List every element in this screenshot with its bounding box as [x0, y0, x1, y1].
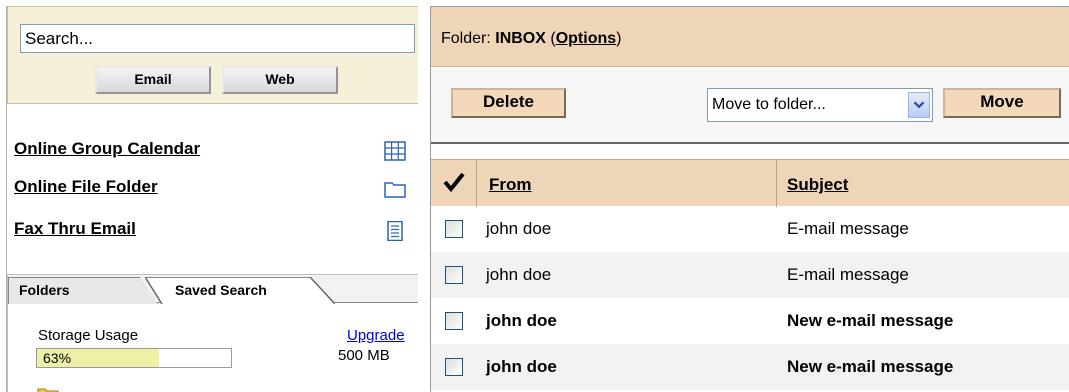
- tool-online-file-folder: Online File Folder: [14, 177, 406, 207]
- storage-progress-bar: 63%: [36, 348, 232, 368]
- row-from[interactable]: john doe: [486, 219, 551, 239]
- folder-icon[interactable]: [384, 179, 406, 199]
- online-file-folder-link[interactable]: Online File Folder: [14, 177, 158, 196]
- table-row[interactable]: john doe New e-mail message: [431, 298, 1069, 344]
- fax-thru-email-link[interactable]: Fax Thru Email: [14, 219, 136, 238]
- dropdown-arrow-icon[interactable]: [908, 92, 930, 118]
- table-header-row: From Subject: [431, 159, 1069, 207]
- tab-folders[interactable]: Folders: [8, 277, 158, 304]
- options-close-paren: ): [616, 30, 622, 47]
- column-separator: [476, 160, 477, 207]
- folder-header: Folder: INBOX (Options): [431, 6, 1069, 67]
- new-folder-partial[interactable]: [36, 383, 156, 392]
- document-icon[interactable]: [384, 221, 406, 241]
- table-row[interactable]: john doe E-mail message: [431, 252, 1069, 298]
- search-input[interactable]: [20, 24, 415, 53]
- row-checkbox[interactable]: [445, 358, 463, 376]
- upgrade-link[interactable]: Upgrade: [347, 327, 405, 344]
- row-from[interactable]: john doe: [486, 357, 557, 377]
- main-panel: Folder: INBOX (Options) Delete Move to f…: [430, 6, 1069, 392]
- row-subject[interactable]: E-mail message: [787, 219, 909, 239]
- storage-percent: 63%: [43, 350, 72, 366]
- search-email-button[interactable]: Email: [95, 66, 211, 94]
- row-checkbox[interactable]: [445, 266, 463, 284]
- row-subject[interactable]: E-mail message: [787, 265, 909, 285]
- table-row[interactable]: john doe E-mail message: [431, 206, 1069, 252]
- column-header-from[interactable]: From: [489, 175, 532, 195]
- row-checkbox[interactable]: [445, 220, 463, 238]
- calendar-grid-icon[interactable]: [384, 141, 406, 161]
- folder-name: INBOX: [495, 30, 546, 47]
- folder-prefix: Folder:: [441, 30, 496, 47]
- online-group-calendar-link[interactable]: Online Group Calendar: [14, 139, 200, 158]
- sidebar-tab-strip: Folders Saved Search: [8, 275, 418, 304]
- tool-online-group-calendar: Online Group Calendar: [14, 139, 406, 169]
- search-panel: Email Web: [7, 6, 418, 104]
- move-button[interactable]: Move: [943, 88, 1061, 118]
- row-from[interactable]: john doe: [486, 311, 557, 331]
- move-to-folder-select[interactable]: Move to folder...: [707, 88, 933, 122]
- storage-usage-label: Storage Usage: [38, 327, 139, 344]
- delete-button[interactable]: Delete: [451, 88, 566, 118]
- search-web-button[interactable]: Web: [222, 66, 338, 94]
- folder-options-link[interactable]: Options: [556, 30, 616, 47]
- message-action-bar: Delete Move to folder... Move: [431, 68, 1069, 144]
- left-sidebar: Email Web Online Group Calendar Online F…: [6, 6, 418, 392]
- folder-title: Folder: INBOX (Options): [441, 30, 621, 48]
- row-from[interactable]: john doe: [486, 265, 551, 285]
- tab-saved-search[interactable]: Saved Search: [145, 277, 335, 304]
- select-all-check-icon[interactable]: [443, 172, 465, 192]
- row-checkbox[interactable]: [445, 312, 463, 330]
- tool-fax-thru-email: Fax Thru Email: [14, 219, 406, 249]
- column-header-subject[interactable]: Subject: [787, 175, 848, 195]
- storage-total-size: 500 MB: [338, 347, 390, 364]
- table-row[interactable]: john doe New e-mail message: [431, 344, 1069, 390]
- folders-panel: Folders Saved Search Storage Usage Upgra…: [7, 274, 418, 392]
- row-subject[interactable]: New e-mail message: [787, 357, 953, 377]
- row-subject[interactable]: New e-mail message: [787, 311, 953, 331]
- move-to-folder-value: Move to folder...: [712, 96, 826, 113]
- column-separator: [776, 160, 777, 207]
